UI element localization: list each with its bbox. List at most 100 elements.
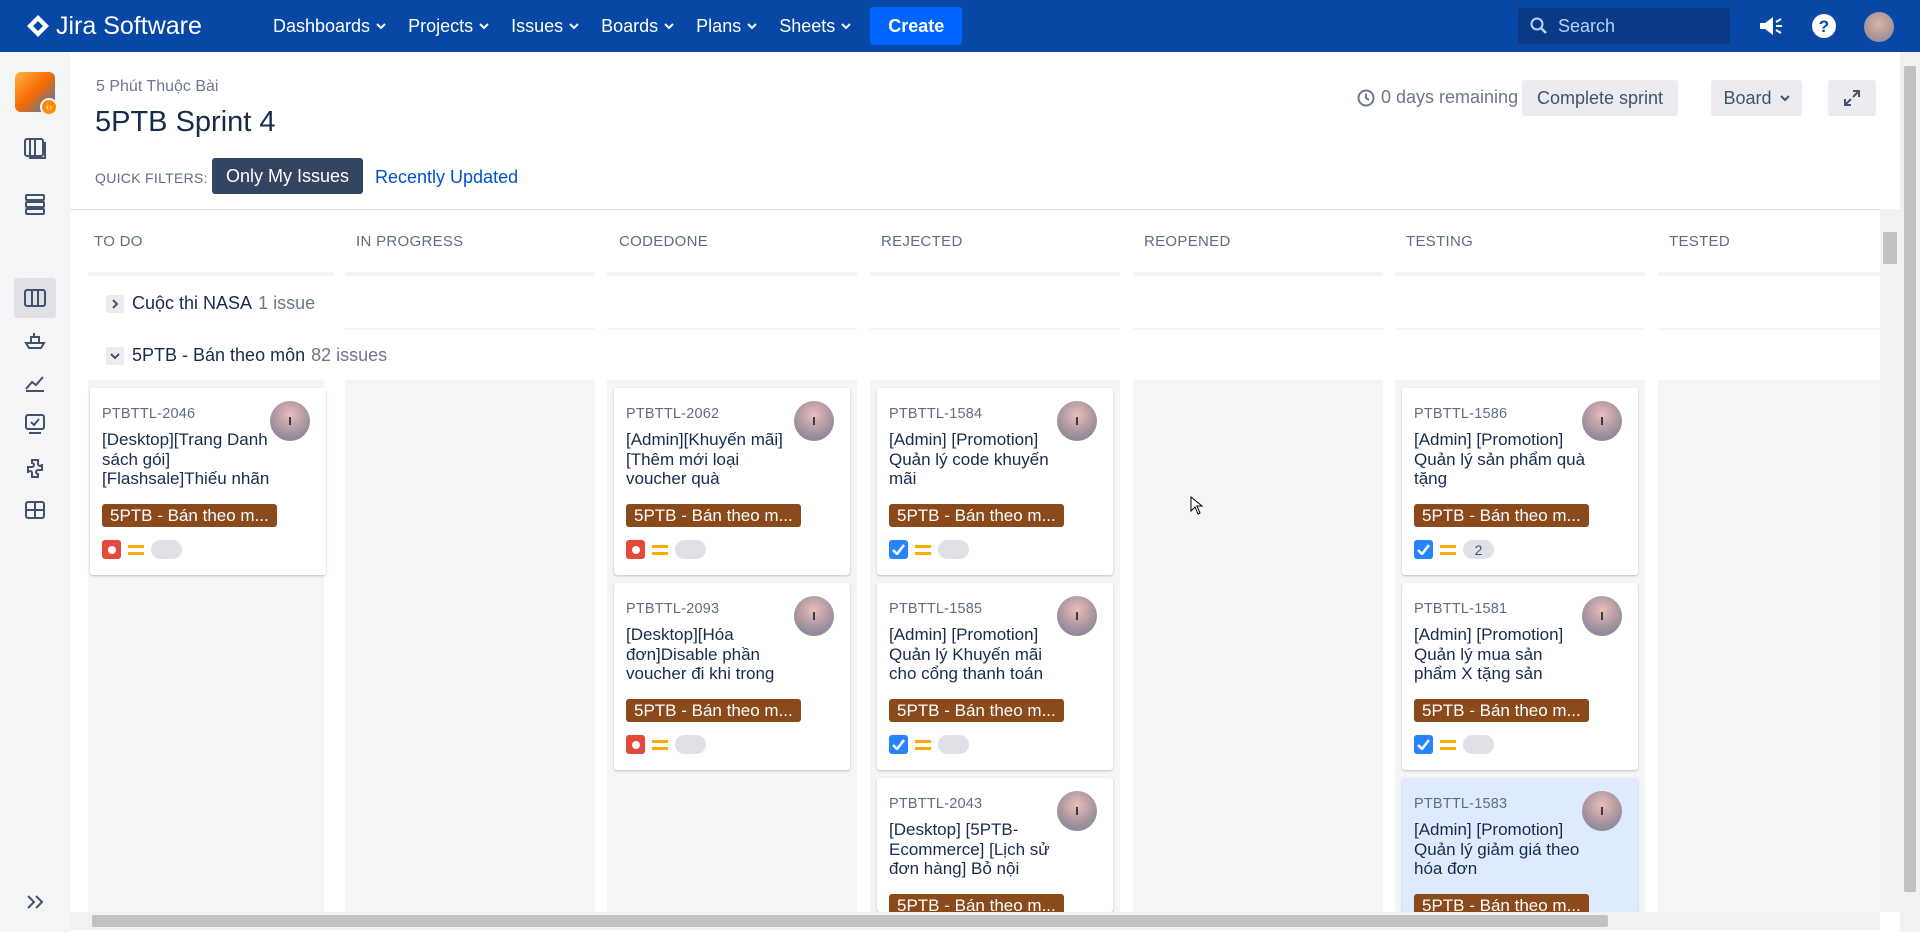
nav-issues-label: Issues — [511, 15, 564, 36]
board-menu-label: Board — [1723, 87, 1772, 108]
search-input[interactable]: Search — [1518, 8, 1730, 44]
column-underline — [870, 272, 1120, 276]
estimate-badge: 2 — [1463, 540, 1494, 559]
nav-sheets[interactable]: Sheets — [768, 0, 862, 52]
issue-summary: [Admin] [Promotion] Quản lý giảm giá the… — [1414, 820, 1580, 878]
issue-card[interactable]: PTBTTL-1581 [Admin] [Promotion] Quản lý … — [1402, 583, 1638, 770]
board-horizontal-scroll-thumb[interactable] — [92, 915, 1608, 927]
issue-summary: [Desktop][Hóa đơn]Disable phần voucher đ… — [626, 625, 775, 683]
swimlane-name: Cuộc thi NASA — [132, 293, 253, 313]
chevron-right-icon — [106, 294, 124, 313]
issue-key: PTBTTL-1585 — [889, 601, 983, 617]
epic-label: 5PTB - Bán theo m... — [889, 894, 1064, 912]
user-avatar[interactable] — [1864, 12, 1894, 42]
issue-card-selected[interactable]: PTBTTL-1583 [Admin] [Promotion] Quản lý … — [1402, 778, 1638, 912]
jira-logo[interactable]: Jira Software — [26, 12, 262, 41]
bug-icon — [626, 540, 645, 559]
column-tested-bg — [1658, 380, 1880, 912]
issue-card[interactable]: PTBTTL-2062 [Admin][Khuyến mãi][Thêm mới… — [614, 388, 850, 575]
board-menu-button[interactable]: Board — [1711, 80, 1802, 116]
priority-medium-icon — [652, 544, 668, 555]
create-button[interactable]: Create — [870, 7, 963, 45]
swimlane-ban-theo-mon[interactable]: 5PTB - Bán theo môn 82 issues — [106, 345, 387, 366]
swimlane-divider — [1395, 328, 1645, 330]
issue-summary: [Admin] [Promotion] Quản lý sản phẩm quà… — [1414, 430, 1586, 488]
filter-only-my-issues[interactable]: Only My Issues — [212, 158, 364, 194]
issue-summary: [Desktop][Trang Danh sách gói][Flashsale… — [102, 430, 270, 488]
brand-name: Jira Software — [56, 11, 202, 40]
issue-card[interactable]: PTBTTL-1585 [Admin] [Promotion] Quản lý … — [877, 583, 1113, 770]
swimlane-divider — [870, 328, 1120, 330]
nav-plans[interactable]: Plans — [685, 0, 768, 52]
epic-label: 5PTB - Bán theo m... — [1414, 699, 1589, 722]
quick-filters-label: QUICK FILTERS: — [95, 170, 208, 186]
roadmap-icon[interactable] — [21, 134, 49, 162]
chevron-down-icon — [569, 22, 579, 29]
swimlane-count: 1 issue — [258, 293, 316, 313]
notifications-megaphone-icon[interactable] — [1756, 12, 1784, 40]
project-sidebar: ‹› — [0, 52, 70, 932]
releases-icon[interactable] — [21, 326, 49, 354]
nav-projects[interactable]: Projects — [397, 0, 500, 52]
column-header-tested: TESTED — [1669, 233, 1730, 250]
nav-dashboards[interactable]: Dashboards — [262, 0, 397, 52]
task-check-icon — [889, 540, 908, 559]
epic-label: 5PTB - Bán theo m... — [626, 699, 801, 722]
reports-icon[interactable] — [21, 368, 49, 396]
mouse-cursor-icon — [1190, 496, 1204, 515]
breadcrumb-project[interactable]: 5 Phút Thuộc Bài — [96, 78, 218, 96]
fullscreen-button[interactable] — [1828, 80, 1876, 116]
issue-card[interactable]: PTBTTL-2043 [Desktop] [5PTB-Ecommerce] [… — [877, 778, 1113, 912]
issue-summary: [Admin] [Promotion] Quản lý code khuyến … — [889, 430, 1049, 488]
column-inprogress-bg — [345, 380, 595, 912]
nav-issues[interactable]: Issues — [500, 0, 590, 52]
board-vertical-scroll-thumb[interactable] — [1883, 232, 1897, 264]
help-icon[interactable]: ? — [1810, 12, 1838, 40]
swimlane-divider — [345, 328, 595, 330]
chevron-down-icon — [106, 346, 124, 365]
issue-card[interactable]: PTBTTL-1584 [Admin] [Promotion] Quản lý … — [877, 388, 1113, 575]
complete-sprint-button[interactable]: Complete sprint — [1522, 80, 1678, 116]
issue-key: PTBTTL-2046 — [102, 406, 196, 422]
issue-card[interactable]: PTBTTL-1586 [Admin] [Promotion] Quản lý … — [1402, 388, 1638, 575]
priority-medium-icon — [915, 544, 931, 555]
swimlane-nasa[interactable]: Cuộc thi NASA 1 issue — [106, 293, 315, 314]
backlog-icon[interactable] — [21, 190, 49, 218]
column-underline — [607, 272, 857, 276]
epic-label: 5PTB - Bán theo m... — [889, 699, 1064, 722]
addons-icon[interactable] — [21, 454, 49, 482]
clock-icon — [1357, 89, 1375, 106]
column-reopened-bg — [1133, 380, 1383, 912]
priority-medium-icon — [128, 544, 144, 555]
search-placeholder: Search — [1558, 15, 1616, 36]
issue-key: PTBTTL-2093 — [626, 601, 720, 617]
issue-key: PTBTTL-1584 — [889, 406, 983, 422]
nav-boards[interactable]: Boards — [590, 0, 685, 52]
issue-summary: [Desktop] [5PTB-Ecommerce] [Lịch sử đơn … — [889, 820, 1050, 878]
priority-medium-icon — [915, 739, 931, 750]
page-scroll-thumb[interactable] — [1904, 66, 1916, 892]
priority-medium-icon — [1440, 739, 1456, 750]
chevron-down-icon — [664, 22, 674, 29]
filter-recently-updated[interactable]: Recently Updated — [375, 167, 518, 188]
issue-card[interactable]: PTBTTL-2046 [Desktop][Trang Danh sách gó… — [90, 388, 326, 575]
apps-icon[interactable] — [21, 496, 49, 524]
expand-sidebar-icon[interactable] — [21, 888, 49, 916]
assignee-avatar — [1057, 401, 1097, 441]
chevron-down-icon — [747, 22, 757, 29]
board-vertical-scrollbar[interactable] — [1880, 209, 1900, 912]
nav-projects-label: Projects — [408, 15, 474, 36]
estimate-badge — [675, 735, 706, 754]
days-remaining-text: 0 days remaining — [1381, 87, 1519, 107]
epic-label: 5PTB - Bán theo m... — [1414, 894, 1589, 912]
column-header-inprogress: IN PROGRESS — [356, 233, 464, 250]
project-badge-icon: ‹› — [40, 98, 58, 116]
tests-icon[interactable] — [21, 410, 49, 438]
issue-card[interactable]: PTBTTL-2093 [Desktop][Hóa đơn]Disable ph… — [614, 583, 850, 770]
header-divider — [70, 209, 1880, 210]
board-icon[interactable] — [21, 284, 49, 312]
assignee-avatar — [1057, 791, 1097, 831]
days-remaining: 0 days remaining — [1357, 87, 1518, 108]
task-check-icon — [1414, 540, 1433, 559]
column-underline — [1658, 272, 1880, 276]
